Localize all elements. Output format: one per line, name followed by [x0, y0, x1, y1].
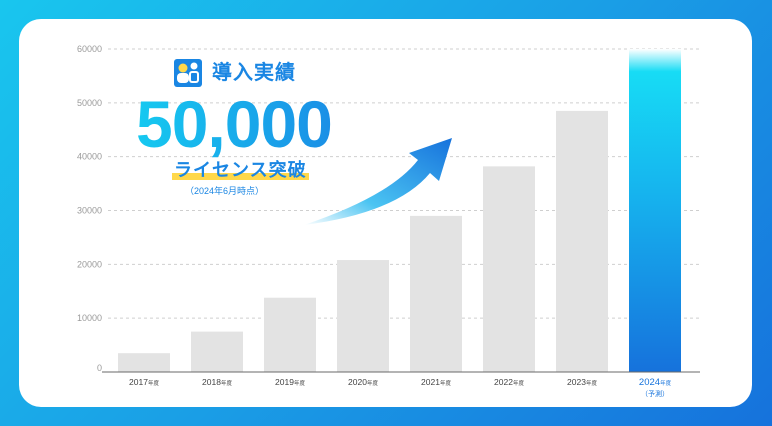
x-tick-label: 2024年度: [639, 377, 672, 388]
y-tick-label: 30000: [77, 206, 102, 216]
x-tick-label: 2021年度: [421, 377, 451, 387]
x-tick-label: 2023年度: [567, 377, 597, 387]
y-tick-label: 10000: [77, 313, 102, 323]
x-axis-labels: 2017年度 2018年度 2019年度 2020年度 2021年度 2022年度 2023…: [129, 377, 672, 398]
bar: [118, 353, 170, 372]
y-tick-label: 60000: [77, 44, 102, 54]
y-tick-label: 0: [97, 363, 102, 373]
x-tick-label: 2022年度: [494, 377, 524, 387]
bar: [191, 331, 243, 372]
bar-highlight: [629, 49, 681, 372]
forecast-note: （予測）: [641, 389, 669, 398]
bar: [264, 297, 316, 372]
license-text: ライセンス突破: [172, 158, 309, 182]
y-tick-label: 20000: [77, 259, 102, 269]
bar-chart: 0100002000030000400005000060000 2017年度 20…: [77, 44, 700, 398]
big-number: 50,000: [136, 84, 333, 164]
x-tick-label: 2020年度: [348, 377, 378, 387]
y-tick-label: 40000: [77, 152, 102, 162]
y-tick-label: 50000: [77, 98, 102, 108]
license-note: （2024年6月時点）: [185, 186, 265, 196]
bar: [410, 215, 462, 372]
bar: [556, 110, 608, 373]
bar: [337, 260, 389, 372]
x-tick-label: 2019年度: [275, 377, 305, 387]
x-tick-label: 2018年度: [202, 377, 232, 387]
x-tick-label: 2017年度: [129, 377, 159, 387]
bar: [483, 166, 535, 372]
